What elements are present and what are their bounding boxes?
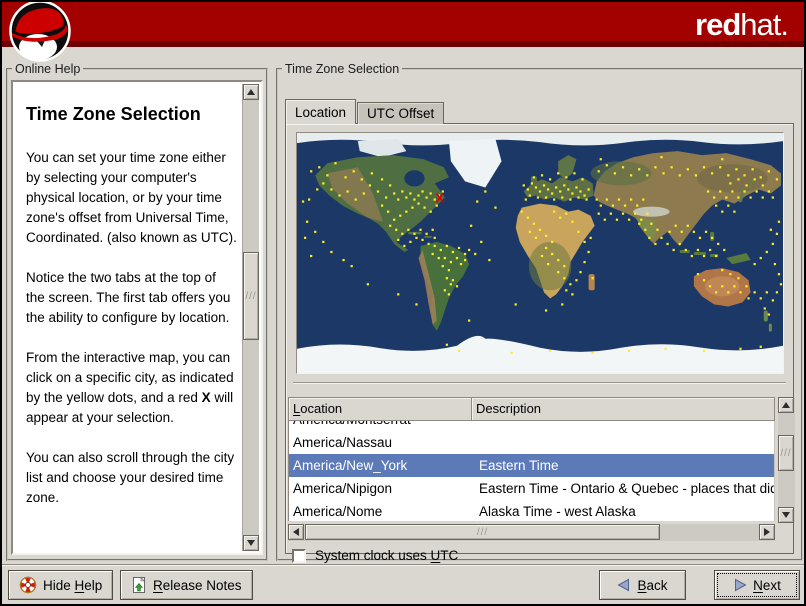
- help-paragraph-3-bold-x: X: [201, 390, 211, 405]
- cell-location: America/Nipigon: [293, 481, 393, 496]
- table-scroll-left-button[interactable]: [288, 524, 304, 540]
- online-help-frame-label: Online Help: [15, 62, 81, 76]
- help-title: Time Zone Selection: [26, 104, 201, 124]
- cell-location: America/Nome: [293, 504, 383, 519]
- cell-description: [473, 431, 774, 454]
- checkbox-label-post: TC: [440, 548, 459, 563]
- next-button[interactable]: Next: [714, 570, 800, 600]
- back-label-mnemonic: B: [637, 577, 647, 593]
- header-bar: redhat.: [2, 2, 804, 47]
- system-clock-utc-checkbox[interactable]: System clock uses UTC: [292, 548, 458, 563]
- help-paragraph-2: Notice the two tabs at the top of the sc…: [26, 270, 231, 325]
- hide-help-label-pre: Hide: [43, 577, 75, 593]
- cell-location: America/Montserrat: [289, 421, 473, 431]
- cell-description: Eastern Time - Ontario & Quebec - places…: [479, 481, 774, 496]
- help-scrollbar-thumb[interactable]: ///: [243, 252, 259, 340]
- table-row[interactable]: America/Montserrat: [289, 421, 774, 431]
- timezone-frame: Time Zone Selection Location UTC Offset: [276, 62, 803, 563]
- help-paragraph-3: From the interactive map, you can click …: [26, 348, 237, 428]
- next-arrow-icon: [735, 578, 747, 592]
- table-vscrollbar-thumb[interactable]: ///: [778, 435, 794, 471]
- arrow-down-icon: [247, 540, 255, 546]
- table-hscrollbar-thumb[interactable]: ///: [305, 524, 660, 540]
- table-horizontal-scrollbar[interactable]: ///: [288, 524, 775, 541]
- help-scrollbar[interactable]: ///: [242, 84, 259, 551]
- next-label-mnemonic: N: [753, 577, 763, 593]
- wordmark-hat: hat: [740, 7, 781, 42]
- checkbox-label: System clock uses UTC: [315, 548, 458, 563]
- column-header-location[interactable]: Location: [288, 397, 472, 421]
- help-text: Time Zone Selection You can set your tim…: [15, 82, 241, 551]
- world-map[interactable]: X: [296, 132, 784, 374]
- cell-description: Alaska Time - west Alaska: [479, 504, 636, 519]
- hide-help-button[interactable]: Hide Help: [8, 570, 114, 600]
- table-row[interactable]: America/Nassau: [289, 431, 774, 454]
- help-scroll-up-button[interactable]: [243, 84, 259, 100]
- location-tab-panel: X Location Description America/Montserra…: [285, 123, 795, 563]
- timezone-table: America/Montserrat America/Nassau Americ…: [288, 421, 775, 521]
- arrow-up-icon: [247, 89, 255, 95]
- checkbox-label-mnemonic: U: [430, 548, 441, 563]
- table-rows: America/Montserrat America/Nassau Americ…: [289, 421, 774, 521]
- table-row-selected[interactable]: America/New_York Eastern Time: [289, 454, 774, 477]
- help-paragraph-4: You can also scroll through the city lis…: [26, 450, 235, 505]
- cell-description: Eastern Time: [479, 458, 559, 473]
- next-label: Next: [753, 578, 781, 593]
- help-content-panel: Time Zone Selection You can set your tim…: [11, 80, 263, 555]
- timezone-tabs: Location UTC Offset: [285, 99, 445, 124]
- column-header-location-text: ocation: [300, 401, 343, 416]
- hide-help-label-post: elp: [84, 577, 103, 593]
- online-help-frame: Online Help Time Zone Selection You can …: [6, 62, 268, 561]
- table-scroll-up-button[interactable]: [778, 397, 794, 413]
- table-header: Location Description: [288, 397, 775, 421]
- help-paragraph-1: You can set your time zone either by sel…: [26, 150, 237, 245]
- wordmark-red: red: [695, 7, 741, 42]
- next-label-post: ext: [762, 577, 781, 593]
- release-notes-icon: [133, 576, 146, 593]
- hide-help-label: Hide Help: [43, 578, 102, 593]
- cell-description: [473, 421, 774, 431]
- arrow-left-icon: [293, 528, 299, 536]
- release-notes-label: Release Notes: [153, 578, 242, 593]
- tab-utc-offset[interactable]: UTC Offset: [357, 102, 445, 124]
- life-preserver-icon: [19, 576, 37, 594]
- table-row[interactable]: America/Nipigon Eastern Time - Ontario & …: [289, 477, 774, 500]
- release-notes-label-mnemonic: R: [153, 577, 163, 593]
- installer-window: redhat. Online Help Time Zone Selection …: [0, 0, 806, 606]
- back-label-post: ack: [646, 577, 668, 593]
- hide-help-label-mnemonic: H: [74, 577, 85, 593]
- table-scroll-right-button[interactable]: [759, 524, 775, 540]
- world-map-image: X: [297, 133, 783, 373]
- redhat-wordmark: redhat.: [695, 7, 789, 42]
- arrow-right-icon: [764, 528, 770, 536]
- cell-location: America/Nassau: [293, 435, 393, 450]
- map-separator: [293, 382, 786, 384]
- checkbox-label-pre: System clock uses: [315, 548, 431, 563]
- cell-location: America/New_York: [293, 458, 408, 473]
- back-label: Back: [637, 578, 667, 593]
- back-button[interactable]: Back: [599, 570, 686, 600]
- release-notes-label-post: elease Notes: [162, 577, 242, 593]
- timezone-frame-label: Time Zone Selection: [285, 62, 400, 76]
- map-selection-marker: X: [435, 191, 444, 206]
- tab-location[interactable]: Location: [285, 99, 357, 124]
- footer-separator: [2, 564, 804, 566]
- redhat-shadowman-icon: [9, 2, 71, 62]
- release-notes-button[interactable]: Release Notes: [120, 570, 253, 600]
- arrow-down-icon: [782, 512, 790, 518]
- table-row[interactable]: America/Nome Alaska Time - west Alaska: [289, 500, 774, 521]
- checkbox-box[interactable]: [292, 548, 306, 563]
- help-scroll-down-button[interactable]: [243, 535, 259, 551]
- table-vertical-scrollbar[interactable]: ///: [778, 397, 795, 523]
- arrow-up-icon: [782, 402, 790, 408]
- back-arrow-icon: [617, 578, 630, 592]
- wordmark-dot: .: [780, 7, 789, 42]
- table-scroll-down-button[interactable]: [778, 507, 794, 523]
- column-header-description[interactable]: Description: [472, 397, 775, 421]
